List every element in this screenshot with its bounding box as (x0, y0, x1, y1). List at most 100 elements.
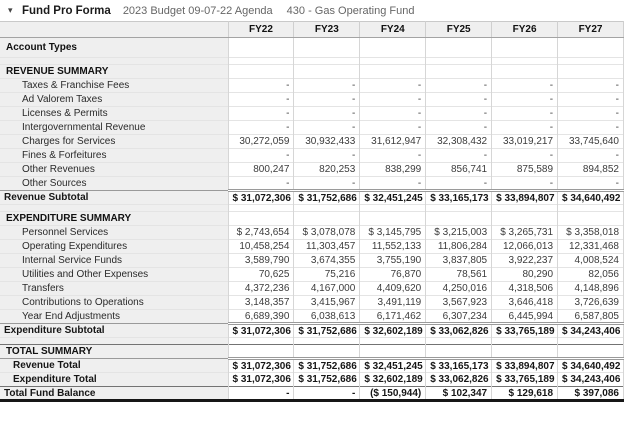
value-cell[interactable]: $ 34,243,406 (558, 373, 624, 387)
value-cell[interactable]: - (558, 121, 624, 135)
row-label[interactable]: Taxes & Franchise Fees (0, 79, 228, 93)
value-cell[interactable]: - (294, 177, 360, 191)
value-cell[interactable]: 875,589 (492, 163, 558, 177)
value-cell[interactable]: $ 34,243,406 (558, 324, 624, 338)
value-cell[interactable] (426, 58, 492, 65)
value-cell[interactable]: ($ 150,944) (360, 387, 426, 401)
value-cell[interactable] (360, 212, 426, 226)
value-cell[interactable]: 3,491,119 (360, 296, 426, 310)
value-cell[interactable]: 3,726,639 (558, 296, 624, 310)
value-cell[interactable]: 4,409,620 (360, 282, 426, 296)
value-cell[interactable]: $ 3,265,731 (492, 226, 558, 240)
value-cell[interactable]: - (228, 93, 294, 107)
value-cell[interactable]: - (492, 107, 558, 121)
value-cell[interactable]: 4,250,016 (426, 282, 492, 296)
value-cell[interactable] (294, 65, 360, 79)
value-cell[interactable]: - (228, 107, 294, 121)
value-cell[interactable] (426, 345, 492, 359)
value-cell[interactable] (558, 205, 624, 212)
value-cell[interactable]: 12,331,468 (558, 240, 624, 254)
value-cell[interactable]: - (294, 121, 360, 135)
row-label[interactable]: Expenditure Total (0, 373, 228, 387)
value-cell[interactable] (228, 58, 294, 65)
value-cell[interactable] (558, 345, 624, 359)
row-label[interactable]: EXPENDITURE SUMMARY (0, 212, 228, 226)
value-cell[interactable]: 30,932,433 (294, 135, 360, 149)
value-cell[interactable] (360, 205, 426, 212)
column-header-fy27[interactable]: FY27 (558, 22, 624, 38)
value-cell[interactable] (492, 205, 558, 212)
value-cell[interactable]: - (228, 387, 294, 401)
value-cell[interactable]: - (492, 79, 558, 93)
value-cell[interactable]: $ 102,347 (426, 387, 492, 401)
value-cell[interactable]: 33,019,217 (492, 135, 558, 149)
column-header-fy24[interactable]: FY24 (360, 22, 426, 38)
value-cell[interactable] (228, 38, 294, 58)
value-cell[interactable]: $ 31,752,686 (294, 324, 360, 338)
value-cell[interactable] (426, 205, 492, 212)
value-cell[interactable] (360, 58, 426, 65)
value-cell[interactable] (228, 212, 294, 226)
value-cell[interactable]: 80,290 (492, 268, 558, 282)
value-cell[interactable]: $ 33,062,826 (426, 324, 492, 338)
value-cell[interactable]: 6,038,613 (294, 310, 360, 324)
value-cell[interactable]: 12,066,013 (492, 240, 558, 254)
value-cell[interactable]: $ 31,072,306 (228, 191, 294, 205)
value-cell[interactable]: - (426, 121, 492, 135)
value-cell[interactable]: 6,689,390 (228, 310, 294, 324)
value-cell[interactable] (426, 212, 492, 226)
value-cell[interactable]: 3,755,190 (360, 254, 426, 268)
value-cell[interactable]: $ 33,765,189 (492, 373, 558, 387)
value-cell[interactable]: - (558, 93, 624, 107)
value-cell[interactable]: - (426, 107, 492, 121)
value-cell[interactable]: $ 2,743,654 (228, 226, 294, 240)
row-label[interactable]: Account Types (0, 38, 228, 58)
value-cell[interactable]: - (558, 177, 624, 191)
value-cell[interactable]: 32,308,432 (426, 135, 492, 149)
value-cell[interactable] (294, 345, 360, 359)
value-cell[interactable]: 33,745,640 (558, 135, 624, 149)
value-cell[interactable]: 6,171,462 (360, 310, 426, 324)
row-label[interactable]: TOTAL SUMMARY (0, 345, 228, 359)
column-header-fy23[interactable]: FY23 (294, 22, 360, 38)
value-cell[interactable] (426, 65, 492, 79)
value-cell[interactable] (360, 345, 426, 359)
value-cell[interactable]: - (360, 121, 426, 135)
value-cell[interactable] (492, 338, 558, 345)
row-label[interactable]: Intergovernmental Revenue (0, 121, 228, 135)
value-cell[interactable]: $ 32,602,189 (360, 324, 426, 338)
value-cell[interactable] (228, 205, 294, 212)
value-cell[interactable]: 4,318,506 (492, 282, 558, 296)
row-label[interactable]: Utilities and Other Expenses (0, 268, 228, 282)
value-cell[interactable]: 31,612,947 (360, 135, 426, 149)
value-cell[interactable]: - (558, 79, 624, 93)
value-cell[interactable]: 4,167,000 (294, 282, 360, 296)
value-cell[interactable]: $ 33,165,173 (426, 359, 492, 373)
value-cell[interactable]: - (294, 107, 360, 121)
value-cell[interactable]: $ 3,145,795 (360, 226, 426, 240)
value-cell[interactable]: - (558, 107, 624, 121)
value-cell[interactable]: $ 3,078,078 (294, 226, 360, 240)
row-label[interactable]: Ad Valorem Taxes (0, 93, 228, 107)
value-cell[interactable]: $ 32,602,189 (360, 373, 426, 387)
value-cell[interactable]: $ 33,894,807 (492, 359, 558, 373)
value-cell[interactable]: $ 397,086 (558, 387, 624, 401)
value-cell[interactable] (294, 205, 360, 212)
row-label[interactable]: Total Fund Balance (0, 387, 228, 401)
value-cell[interactable]: 10,458,254 (228, 240, 294, 254)
value-cell[interactable]: - (360, 93, 426, 107)
value-cell[interactable]: 11,806,284 (426, 240, 492, 254)
row-label[interactable]: Transfers (0, 282, 228, 296)
row-label[interactable]: Expenditure Subtotal (0, 324, 228, 338)
column-header-fy26[interactable]: FY26 (492, 22, 558, 38)
value-cell[interactable]: 76,870 (360, 268, 426, 282)
value-cell[interactable]: $ 31,072,306 (228, 324, 294, 338)
value-cell[interactable]: $ 33,765,189 (492, 324, 558, 338)
value-cell[interactable]: 30,272,059 (228, 135, 294, 149)
value-cell[interactable]: 4,372,236 (228, 282, 294, 296)
value-cell[interactable] (558, 212, 624, 226)
value-cell[interactable] (558, 338, 624, 345)
value-cell[interactable]: 70,625 (228, 268, 294, 282)
value-cell[interactable]: $ 34,640,492 (558, 359, 624, 373)
row-label[interactable]: Contributions to Operations (0, 296, 228, 310)
